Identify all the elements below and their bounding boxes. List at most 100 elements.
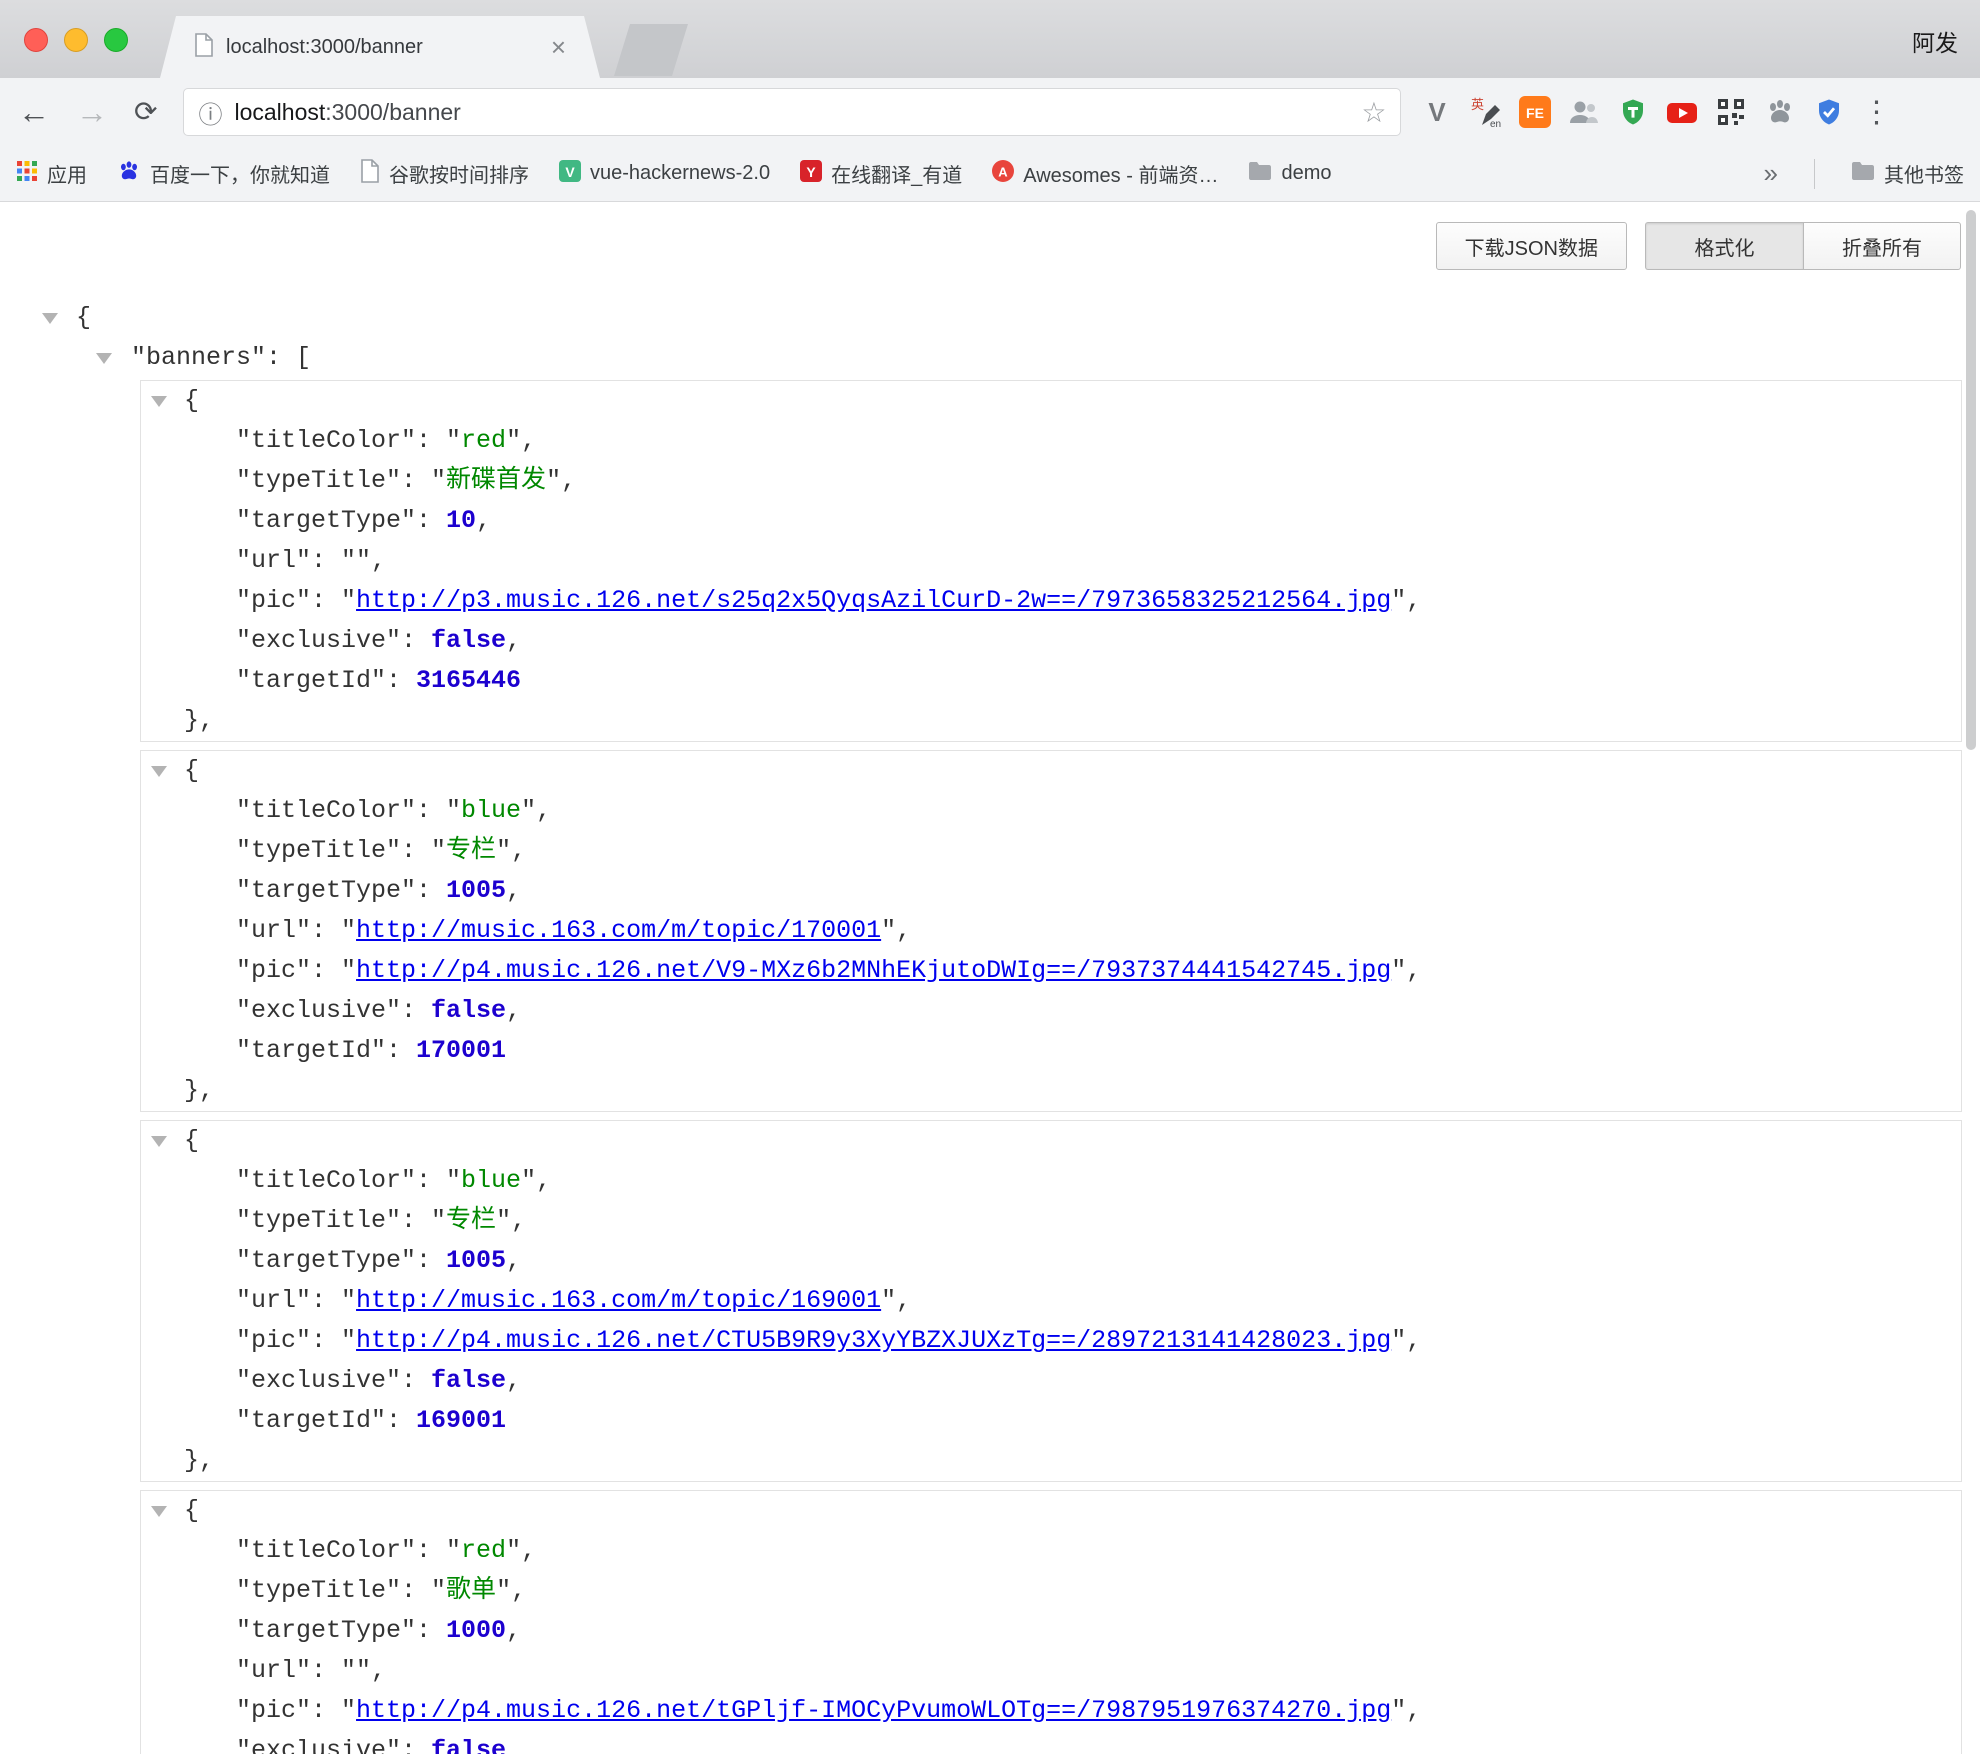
page-favicon-icon [194, 33, 214, 62]
json-key: "titleColor" [236, 1536, 416, 1565]
json-key: "banners" [131, 343, 266, 372]
json-value-number: 1005 [446, 876, 506, 905]
svg-text:V: V [565, 164, 575, 180]
tab-close-icon[interactable]: × [551, 34, 566, 60]
json-value-string: red [461, 1536, 506, 1565]
json-tree: {"banners": [{"titleColor": "red","typeT… [0, 202, 1980, 1754]
browser-tab[interactable]: localhost:3000/banner × [160, 16, 600, 78]
json-line: "titleColor": "red", [141, 421, 1961, 461]
format-segmented-control: 格式化 折叠所有 [1645, 222, 1961, 270]
json-value-string: 歌单 [446, 1576, 496, 1605]
bookmark-item[interactable]: 谷歌按时间排序 [360, 159, 529, 188]
json-key: "pic" [236, 1696, 311, 1725]
shield-green-icon[interactable] [1615, 94, 1651, 130]
qrcode-icon[interactable] [1713, 94, 1749, 130]
json-link[interactable]: http://p4.music.126.net/tGPljf-IMOCyPvum… [356, 1696, 1391, 1725]
new-tab-button[interactable] [614, 24, 688, 76]
json-line: "targetId": 170001 [141, 1031, 1961, 1071]
forward-button[interactable]: → [76, 96, 108, 128]
json-array-item: {"titleColor": "blue","typeTitle": "专栏",… [140, 1120, 1962, 1482]
zoom-window-button[interactable] [104, 28, 128, 52]
collapse-all-button[interactable]: 折叠所有 [1803, 222, 1961, 270]
collapse-triangle-icon[interactable] [151, 766, 167, 777]
youtube-icon[interactable] [1664, 94, 1700, 130]
bookmark-label: Awesomes - 前端资… [1023, 159, 1218, 188]
json-line: }, [141, 1071, 1961, 1111]
json-key: "targetType" [236, 876, 416, 905]
page-info-icon[interactable]: ⓘ [198, 95, 222, 130]
collapse-triangle-icon[interactable] [151, 1136, 167, 1147]
svg-text:Y: Y [806, 164, 816, 180]
json-key: "typeTitle" [236, 1576, 401, 1605]
bookmark-item[interactable]: AAwesomes - 前端资… [992, 159, 1218, 188]
json-line: { [141, 1491, 1961, 1531]
json-line: "titleColor": "blue", [141, 791, 1961, 831]
baidu-paw-icon [117, 159, 141, 188]
tab-title: localhost:3000/banner [226, 36, 541, 59]
json-line: "typeTitle": "歌单", [141, 1571, 1961, 1611]
tab-strip: localhost:3000/banner × 阿发 [0, 0, 1980, 78]
collapse-triangle-icon[interactable] [151, 1506, 167, 1517]
json-line: "exclusive": false, [141, 991, 1961, 1031]
back-button[interactable]: ← [18, 96, 50, 128]
json-value-string: 专栏 [446, 1206, 496, 1235]
json-key: "targetType" [236, 506, 416, 535]
json-line: "exclusive": false [141, 1731, 1961, 1754]
profile-name[interactable]: 阿发 [1912, 24, 1958, 58]
bookmarks-bar: 应用 百度一下，你就知道 谷歌按时间排序 Vvue-hackernews-2.0 Y 在线… [0, 146, 1980, 202]
json-link[interactable]: http://music.163.com/m/topic/170001 [356, 916, 881, 945]
scrollbar-thumb[interactable] [1966, 210, 1976, 750]
json-value-number: 170001 [416, 1036, 506, 1065]
bookmark-item[interactable]: Y 在线翻译_有道 [800, 159, 962, 188]
vimium-icon[interactable]: V [1419, 94, 1455, 130]
json-line: }, [141, 701, 1961, 741]
bookmark-item[interactable]: Vvue-hackernews-2.0 [559, 160, 770, 187]
json-link[interactable]: http://music.163.com/m/topic/169001 [356, 1286, 881, 1315]
json-link[interactable]: http://p4.music.126.net/CTU5B9R9y3XyYBZX… [356, 1326, 1391, 1355]
json-link[interactable]: http://p3.music.126.net/s25q2x5QyqsAzilC… [356, 586, 1391, 615]
collapse-triangle-icon[interactable] [151, 396, 167, 407]
collapse-triangle-icon[interactable] [42, 313, 58, 324]
translate-pen-icon[interactable]: 英en [1468, 94, 1504, 130]
extension-icons: V 英en FE [1419, 94, 1847, 130]
json-line: "url": "", [141, 1651, 1961, 1691]
json-key: "url" [236, 546, 311, 575]
json-line: "url": "http://music.163.com/m/topic/169… [141, 1281, 1961, 1321]
json-value-string: blue [461, 796, 521, 825]
json-value-string: 新碟首发 [446, 466, 546, 495]
json-value-number: 1000 [446, 1616, 506, 1645]
bookmark-item[interactable]: 应用 [16, 159, 87, 188]
json-value-boolean: false [431, 1366, 506, 1395]
minimize-window-button[interactable] [64, 28, 88, 52]
navigation-bar: ← → ⟳ ⓘ localhost:3000/banner ☆ V 英en FE ⋮ [0, 78, 1980, 146]
json-key: "titleColor" [236, 796, 416, 825]
download-json-button[interactable]: 下载JSON数据 [1436, 222, 1627, 270]
paw-icon[interactable] [1762, 94, 1798, 130]
json-link[interactable]: http://p4.music.126.net/V9-MXz6b2MNhEKju… [356, 956, 1391, 985]
json-key: "titleColor" [236, 1166, 416, 1195]
close-window-button[interactable] [24, 28, 48, 52]
bookmarks-overflow-chevron[interactable]: » [1764, 158, 1778, 189]
other-bookmarks-folder[interactable]: 其他书签 [1851, 159, 1964, 188]
shield-check-icon[interactable] [1811, 94, 1847, 130]
json-line: "targetType": 10, [141, 501, 1961, 541]
bookmark-item[interactable]: 百度一下，你就知道 [117, 159, 330, 188]
bookmark-item[interactable]: demo [1248, 161, 1331, 186]
chrome-menu-icon[interactable]: ⋮ [1861, 95, 1891, 130]
other-bookmarks-label: 其他书签 [1884, 159, 1964, 188]
people-icon[interactable] [1566, 94, 1602, 130]
json-key: "targetId" [236, 1036, 386, 1065]
bookmark-star-icon[interactable]: ☆ [1361, 96, 1386, 129]
json-key: "titleColor" [236, 426, 416, 455]
collapse-triangle-icon[interactable] [96, 353, 112, 364]
bookmark-label: 在线翻译_有道 [831, 159, 962, 188]
json-key: "url" [236, 1286, 311, 1315]
json-line: "pic": "http://p3.music.126.net/s25q2x5Q… [141, 581, 1961, 621]
bookmark-label: 应用 [47, 159, 87, 188]
address-bar[interactable]: ⓘ localhost:3000/banner ☆ [183, 88, 1401, 136]
reload-button[interactable]: ⟳ [134, 98, 157, 126]
json-line: "exclusive": false, [141, 1361, 1961, 1401]
fehelper-icon[interactable]: FE [1517, 94, 1553, 130]
format-button[interactable]: 格式化 [1645, 222, 1803, 270]
bookmark-label: demo [1281, 162, 1331, 185]
